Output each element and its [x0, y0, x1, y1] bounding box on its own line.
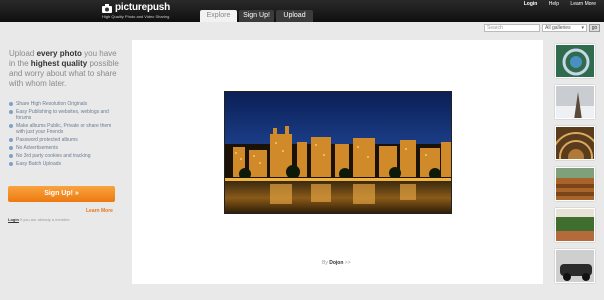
- thumbnail-4[interactable]: [555, 167, 595, 201]
- night-city-image: [225, 92, 451, 213]
- thumbnail-5[interactable]: [555, 208, 595, 242]
- promo-text: Upload every photo you have in the highe…: [9, 49, 119, 88]
- list-item: No 3rd party cookies and tracking: [9, 153, 119, 159]
- bullet-icon: [9, 110, 13, 114]
- sign-up-button[interactable]: Sign Up! »: [8, 186, 115, 202]
- list-item: Password protected albums: [9, 137, 119, 143]
- list-item: Easy Batch Uploads: [9, 161, 119, 167]
- search-input[interactable]: Search: [484, 24, 540, 32]
- tab-explore[interactable]: Explore: [200, 10, 237, 22]
- gallery-scope-value: All galleries: [545, 25, 571, 31]
- bullet-icon: [9, 138, 13, 142]
- login-note: Login if you are already a member: [8, 217, 70, 222]
- help-link[interactable]: Help: [549, 1, 559, 7]
- thumbnail-2[interactable]: [555, 85, 595, 119]
- thumbnail-image: [556, 250, 594, 282]
- author-link[interactable]: Dojon: [329, 260, 343, 266]
- learn-more-link[interactable]: Learn More: [86, 208, 113, 214]
- thumbnail-image: [556, 127, 594, 159]
- featured-photo[interactable]: [224, 91, 452, 214]
- login-link[interactable]: Login: [8, 217, 19, 222]
- logo-name: picturepush: [115, 2, 171, 13]
- top-links: Login Help Learn More: [514, 1, 596, 7]
- bullet-icon: [9, 162, 13, 166]
- list-item: Easy Publishing to websites, weblogs and…: [9, 109, 119, 121]
- thumbnail-6[interactable]: [555, 249, 595, 283]
- bullet-icon: [9, 154, 13, 158]
- logo-camera-icon: [102, 4, 112, 13]
- top-header: picturepush High Quality Photo and Video…: [0, 0, 604, 22]
- go-button[interactable]: go: [589, 24, 600, 32]
- chevron-down-icon: ▾: [581, 25, 584, 31]
- bullet-icon: [9, 124, 13, 128]
- login-link[interactable]: Login: [524, 1, 538, 7]
- thumbnail-1[interactable]: [555, 44, 595, 78]
- thumbnail-image: [556, 86, 594, 118]
- learn-more-link[interactable]: Learn More: [570, 1, 596, 7]
- bullet-icon: [9, 146, 13, 150]
- bullet-icon: [9, 102, 13, 106]
- logo-tagline: High Quality Photo and Video Sharing: [102, 14, 170, 19]
- thumbnail-3[interactable]: [555, 126, 595, 160]
- tab-sign-up[interactable]: Sign Up!: [239, 10, 274, 22]
- gallery-scope-select[interactable]: All galleries ▾: [542, 24, 587, 32]
- feature-list: Share High Resolution Originals Easy Pub…: [9, 101, 119, 169]
- list-item: No Advertisements: [9, 145, 119, 151]
- tab-upload[interactable]: Upload: [276, 10, 313, 22]
- main-photo-area: By Dojon >>: [132, 40, 543, 284]
- photo-credit: By Dojon >>: [322, 260, 351, 266]
- thumbnail-image: [556, 209, 594, 241]
- left-panel: Upload every photo you have in the highe…: [0, 40, 124, 300]
- thumbnail-image: [556, 45, 594, 77]
- list-item: Share High Resolution Originals: [9, 101, 119, 107]
- list-item: Make albums Public, Private or share the…: [9, 123, 119, 135]
- thumbnail-image: [556, 168, 594, 200]
